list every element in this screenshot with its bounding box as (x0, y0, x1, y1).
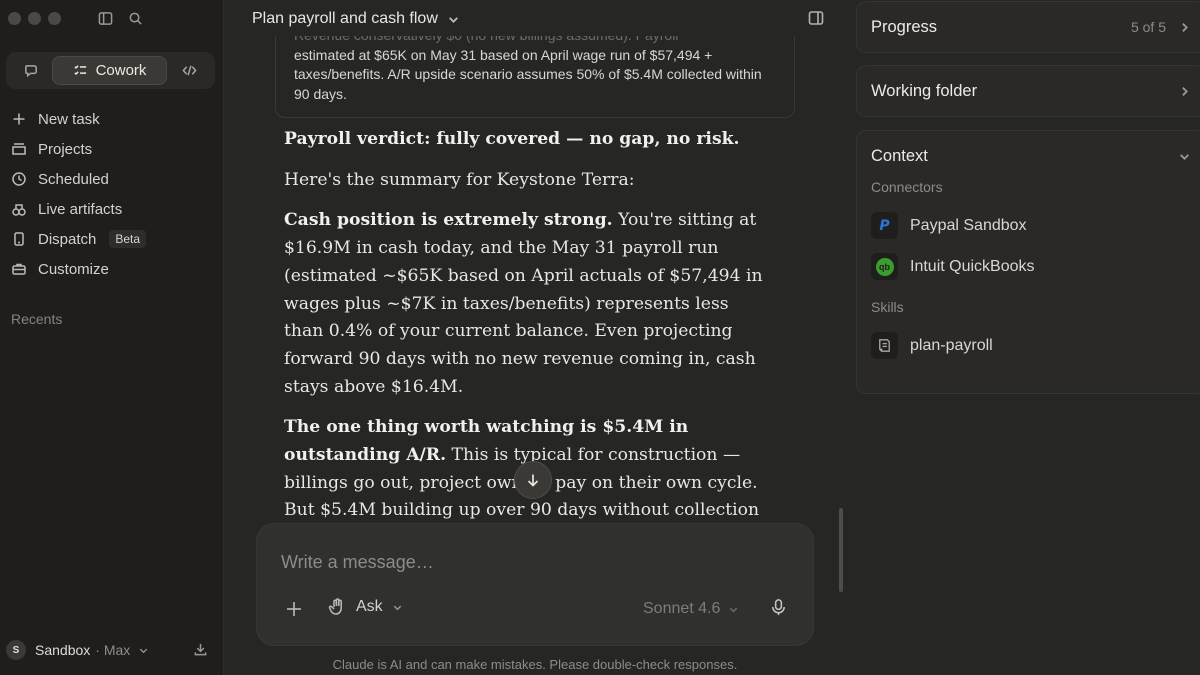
sidebar-item-live-artifacts[interactable]: Live artifacts (0, 194, 224, 224)
skill-plan-payroll[interactable]: plan-payroll (857, 325, 1200, 366)
dispatch-icon (14, 232, 24, 246)
clock-icon (12, 172, 26, 186)
right-panel: Progress 5 of 5 Working folder Context C… (846, 0, 1200, 675)
sidebar-item-customize[interactable]: Customize (0, 254, 224, 284)
cowork-mode-tab[interactable]: Cowork (52, 56, 167, 85)
sidebar-toggle-icon[interactable] (96, 9, 114, 27)
plus-icon (13, 113, 25, 125)
previous-output-block: Revenue conservatively $0 (no new billin… (275, 36, 795, 118)
conversation-pane: Plan payroll and cash flow Revenue conse… (224, 0, 846, 675)
chevron-right-icon (1182, 86, 1188, 96)
account-name: Sandbox (35, 642, 91, 658)
context-title: Context (871, 146, 928, 165)
model-selector[interactable]: Sonnet 4.6 (643, 600, 739, 618)
chevron-down-icon (1180, 153, 1189, 160)
connector-name: Paypal Sandbox (910, 216, 1027, 234)
close-window-button[interactable] (8, 12, 21, 25)
previous-output-text: estimated at $65K on May 31 based on Apr… (294, 46, 762, 102)
progress-count: 5 of 5 (1130, 19, 1166, 35)
permission-mode-selector[interactable]: Ask (327, 597, 403, 617)
chat-mode-tab[interactable] (10, 56, 52, 85)
context-header[interactable]: Context (857, 131, 1200, 181)
minimize-window-button[interactable] (28, 12, 41, 25)
projects-icon (12, 143, 26, 155)
scrollbar[interactable] (839, 508, 843, 592)
skills-heading: Skills (871, 299, 904, 315)
working-folder-title: Working folder (871, 81, 978, 100)
paypal-icon: P (871, 212, 898, 239)
skill-icon (871, 332, 898, 359)
mode-label: Ask (356, 598, 383, 615)
conversation-title: Plan payroll and cash flow (252, 10, 438, 27)
add-attachment-icon[interactable] (284, 599, 304, 619)
sidebar-item-label: Scheduled (38, 170, 109, 188)
checklist-icon (73, 65, 86, 76)
search-icon[interactable] (126, 9, 144, 27)
sidebar: Cowork New task Projects Scheduled Live … (0, 0, 224, 675)
message-input[interactable]: Write a message… (281, 552, 434, 573)
disclaimer-text: Claude is AI and can make mistakes. Plea… (332, 657, 738, 672)
sidebar-item-label: New task (38, 110, 100, 128)
skill-name: plan-payroll (910, 336, 993, 354)
sidebar-item-dispatch[interactable]: Dispatch Beta (0, 224, 224, 254)
chevron-down-icon (448, 16, 458, 23)
summary-intro: Here's the summary for Keystone Terra: (284, 169, 635, 190)
payroll-verdict: Payroll verdict: fully covered — no gap,… (284, 129, 740, 149)
hand-icon (328, 598, 342, 615)
connector-quickbooks[interactable]: qb Intuit QuickBooks (857, 246, 1200, 287)
context-card: Context Connectors P Paypal Sandbox qb I… (856, 130, 1200, 394)
connector-name: Intuit QuickBooks (910, 257, 1035, 275)
chevron-down-icon (140, 648, 148, 653)
chevron-down-icon (393, 605, 401, 610)
sidebar-item-new-task[interactable]: New task (0, 104, 224, 134)
sidebar-item-label: Dispatch (38, 230, 97, 248)
sidebar-nav: New task Projects Scheduled Live artifac… (0, 104, 224, 284)
model-label: Sonnet 4.6 (643, 600, 721, 617)
chevron-down-icon (730, 607, 738, 612)
chevron-right-icon (1182, 22, 1188, 32)
code-icon (181, 65, 197, 76)
account-plan: · Max (95, 642, 131, 658)
sidebar-item-projects[interactable]: Projects (0, 134, 224, 164)
sidebar-item-label: Customize (38, 260, 109, 278)
chat-icon (24, 65, 37, 78)
code-mode-tab[interactable] (167, 56, 211, 85)
cowork-label: Cowork (95, 62, 147, 79)
mode-switch: Cowork (6, 52, 215, 89)
panel-toggle-icon[interactable] (808, 10, 824, 26)
previous-output-faded-line: Revenue conservatively $0 (no new billin… (294, 36, 776, 46)
beta-badge: Beta (109, 230, 147, 248)
microphone-icon[interactable] (769, 598, 788, 617)
quickbooks-icon: qb (871, 253, 898, 280)
conversation-title-button[interactable]: Plan payroll and cash flow (252, 10, 460, 28)
working-folder-card[interactable]: Working folder (856, 65, 1200, 117)
briefcase-icon (12, 263, 26, 275)
window-controls (8, 12, 61, 25)
cash-position-paragraph: Cash position is extremely strong. You'r… (284, 210, 763, 397)
message-composer: Write a message… Ask Sonnet 4.6 (256, 523, 814, 646)
artifacts-icon (12, 204, 26, 216)
connectors-heading: Connectors (871, 179, 943, 195)
download-icon[interactable] (193, 642, 208, 657)
progress-card[interactable]: Progress 5 of 5 (856, 1, 1200, 53)
zoom-window-button[interactable] (48, 12, 61, 25)
progress-title: Progress (871, 17, 938, 36)
account-switcher[interactable]: S Sandbox · Max (6, 635, 218, 665)
sidebar-item-label: Projects (38, 140, 93, 158)
arrow-down-icon (527, 474, 539, 487)
connector-paypal[interactable]: P Paypal Sandbox (857, 205, 1200, 246)
scroll-to-bottom-button[interactable] (514, 461, 552, 499)
sidebar-item-scheduled[interactable]: Scheduled (0, 164, 224, 194)
message-scroll-area[interactable]: Revenue conservatively $0 (no new billin… (224, 36, 846, 526)
avatar: S (6, 640, 26, 660)
recents-heading: Recents (11, 311, 63, 327)
sidebar-item-label: Live artifacts (38, 200, 123, 218)
